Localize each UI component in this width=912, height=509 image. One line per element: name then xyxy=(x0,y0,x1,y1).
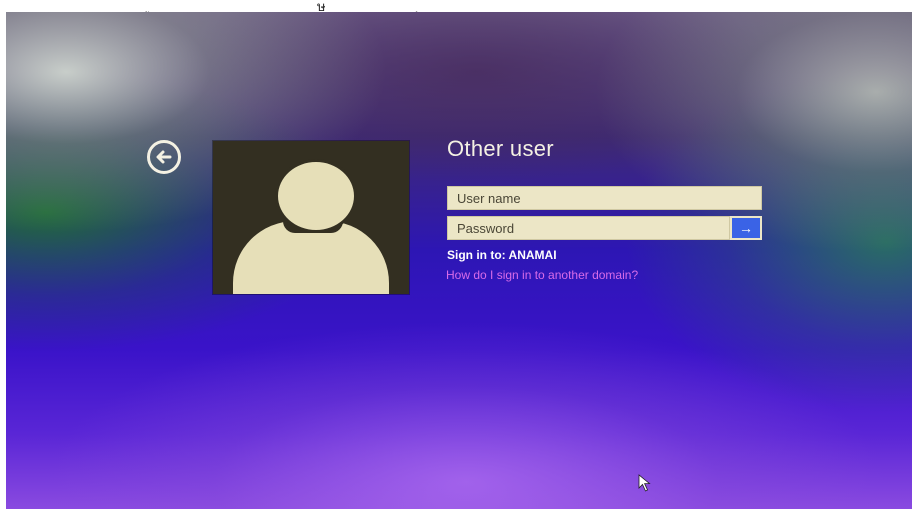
user-avatar xyxy=(213,141,409,294)
mouse-pointer-icon xyxy=(638,474,651,492)
submit-button[interactable]: → xyxy=(730,216,762,240)
screenshot: ู ษ ุ Other user → Sign in to: ANAMAI xyxy=(0,0,912,509)
sign-in-domain: Sign in to: ANAMAI xyxy=(447,248,557,262)
lock-screen: Other user → Sign in to: ANAMAI How do I… xyxy=(6,12,912,509)
username-input[interactable] xyxy=(447,186,762,210)
password-input[interactable] xyxy=(447,216,730,240)
back-arrow-icon xyxy=(156,150,172,164)
avatar-head xyxy=(275,159,357,233)
arrow-right-icon: → xyxy=(739,220,753,236)
page-title: Other user xyxy=(447,136,554,161)
back-button[interactable] xyxy=(147,140,181,174)
other-domain-link[interactable]: How do I sign in to another domain? xyxy=(446,268,638,282)
